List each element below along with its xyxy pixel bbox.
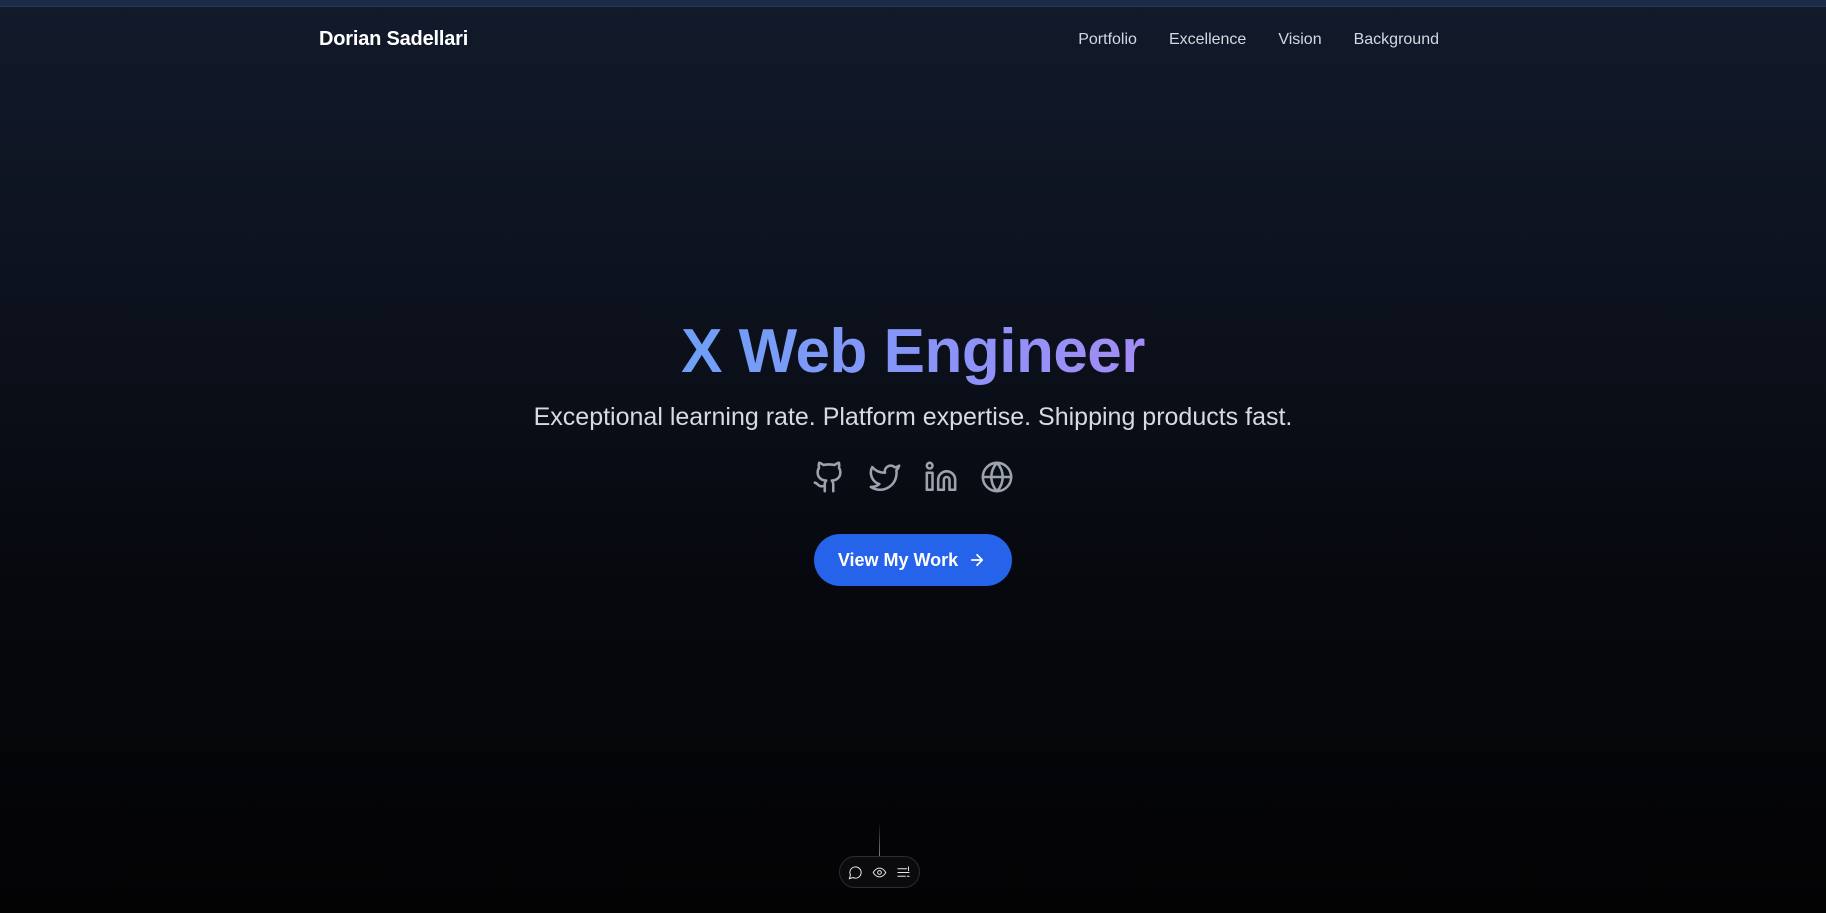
- cta-label: View My Work: [837, 549, 959, 570]
- nav-link-excellence[interactable]: Excellence: [1169, 31, 1246, 49]
- scroll-indicator-line: [879, 822, 880, 856]
- globe-icon[interactable]: [980, 460, 1014, 494]
- comment-icon[interactable]: [848, 865, 863, 880]
- github-icon[interactable]: [812, 460, 846, 494]
- view-my-work-button[interactable]: View My Work: [813, 534, 1013, 586]
- nav-link-background[interactable]: Background: [1354, 31, 1439, 49]
- navbar: Dorian Sadellari Portfolio Excellence Vi…: [0, 7, 1826, 71]
- cta-wrapper: View My Work: [0, 534, 1826, 586]
- linkedin-icon[interactable]: [924, 460, 958, 494]
- twitter-icon[interactable]: [868, 460, 902, 494]
- top-accent-strip: [0, 0, 1826, 7]
- hero-section: X Web Engineer Exceptional learning rate…: [0, 312, 1826, 586]
- arrow-right-icon: [968, 551, 986, 569]
- social-links: [0, 460, 1826, 494]
- hero-title: X Web Engineer: [681, 312, 1145, 392]
- brand-logo[interactable]: Dorian Sadellari: [319, 28, 468, 51]
- nav-link-portfolio[interactable]: Portfolio: [1078, 31, 1137, 49]
- eye-icon[interactable]: [872, 865, 887, 880]
- hero-subtitle: Exceptional learning rate. Platform expe…: [533, 403, 1293, 431]
- nav-link-vision[interactable]: Vision: [1278, 31, 1321, 49]
- floating-toolbar: [839, 856, 920, 888]
- settings-list-icon[interactable]: [896, 865, 911, 880]
- nav-links: Portfolio Excellence Vision Background: [1078, 31, 1439, 49]
